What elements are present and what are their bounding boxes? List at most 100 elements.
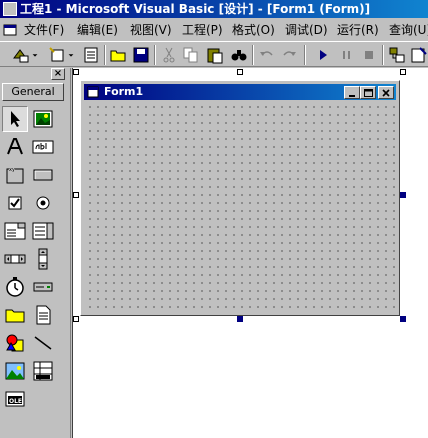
window-title: 工程1 - Microsoft Visual Basic [设计] - [For… [20, 2, 371, 16]
drive-icon [33, 282, 53, 292]
form1-design-grid[interactable] [84, 101, 396, 312]
tool-line[interactable] [30, 330, 56, 356]
play-icon [320, 50, 327, 60]
folder-icon [5, 309, 25, 323]
menu-format[interactable]: 格式(O) [232, 20, 275, 40]
copy-button [180, 44, 202, 66]
resize-handle [73, 192, 79, 198]
toolbar-separator [252, 45, 254, 65]
timer-icon [6, 277, 24, 297]
document-menu-icon[interactable] [3, 23, 17, 37]
paste-button[interactable] [204, 44, 226, 66]
tool-textbox[interactable] [30, 134, 56, 160]
frame-icon: xy [6, 166, 24, 184]
resize-handle[interactable] [400, 192, 406, 198]
combobox-icon [4, 222, 26, 240]
toolbar-separator [104, 45, 106, 65]
toolbar-separator [304, 45, 306, 65]
project-explorer-button[interactable] [386, 44, 408, 66]
data-icon [33, 361, 53, 381]
menu-run[interactable]: 运行(R) [337, 20, 379, 40]
cut-button [158, 44, 180, 66]
add-project-button[interactable] [10, 44, 32, 66]
menu-file[interactable]: 文件(F) [24, 20, 64, 40]
properties-window-button[interactable] [408, 44, 428, 66]
save-project-button[interactable] [130, 44, 152, 66]
resize-handle[interactable] [237, 316, 243, 322]
form1-title: Form1 [104, 85, 144, 98]
tool-image[interactable] [2, 358, 28, 384]
tool-listbox[interactable] [30, 218, 56, 244]
title-bar: 工程1 - Microsoft Visual Basic [设计] - [For… [0, 0, 428, 18]
tool-data[interactable] [30, 358, 56, 384]
listbox-icon [32, 222, 54, 240]
end-button [358, 44, 380, 66]
hscrollbar-icon [4, 254, 26, 264]
tool-vscrollbar[interactable] [30, 246, 56, 272]
open-project-button[interactable] [108, 44, 130, 66]
tool-checkbox[interactable] [2, 190, 28, 216]
menu-editor-button[interactable] [80, 44, 102, 66]
resize-handle[interactable] [400, 316, 406, 322]
vscrollbar-icon [38, 248, 48, 270]
menu-view[interactable]: 视图(V) [130, 20, 172, 40]
pointer-icon [11, 111, 20, 127]
binoculars-icon [231, 50, 247, 61]
add-form-button[interactable] [46, 44, 68, 66]
tool-combobox[interactable] [2, 218, 28, 244]
menu-edit[interactable]: 编辑(E) [77, 20, 118, 40]
toolbar-separator [154, 45, 156, 65]
standard-toolbar [0, 41, 428, 67]
resize-handle [237, 69, 243, 75]
undo-icon [260, 51, 273, 56]
tool-shape[interactable] [2, 330, 28, 356]
tool-optionbutton[interactable] [30, 190, 56, 216]
tool-hscrollbar[interactable] [2, 246, 28, 272]
find-button[interactable] [228, 44, 250, 66]
menu-editor-icon [84, 47, 98, 63]
close-button[interactable] [378, 86, 394, 99]
tool-drivelistbox[interactable] [30, 274, 56, 300]
tool-label[interactable] [2, 134, 28, 160]
shape-icon [6, 334, 24, 352]
add-project-icon [13, 49, 29, 63]
tool-dirlistbox[interactable] [2, 302, 28, 328]
tool-picturebox[interactable] [30, 106, 56, 132]
copy-icon [183, 47, 198, 63]
toolbox-close-button[interactable]: × [51, 68, 65, 80]
resize-handle [400, 69, 406, 75]
minimize-button[interactable] [344, 86, 360, 99]
menu-debug[interactable]: 调试(D) [285, 20, 328, 40]
tool-filelistbox[interactable] [30, 302, 56, 328]
textbox-icon [32, 140, 54, 154]
vb-ide-window: 工程1 - Microsoft Visual Basic [设计] - [For… [0, 0, 428, 438]
minimize-icon [349, 94, 355, 97]
add-project-dropdown[interactable] [30, 44, 40, 66]
svg-text:xy: xy [9, 167, 15, 173]
svg-text:OLE: OLE [9, 398, 22, 405]
ole-icon: OLE [5, 391, 25, 407]
form1-window[interactable]: Form1 [80, 80, 400, 316]
menu-query[interactable]: 查询(U) [389, 20, 428, 40]
folder-open-icon [110, 50, 126, 62]
toolbox-tab-general[interactable]: General [2, 83, 64, 101]
tool-timer[interactable] [2, 274, 28, 300]
tool-pointer[interactable] [2, 106, 28, 132]
menu-project[interactable]: 工程(P) [182, 20, 223, 40]
redo-icon [283, 51, 296, 56]
tool-frame[interactable]: xy [2, 162, 28, 188]
tool-ole[interactable]: OLE [2, 386, 28, 412]
toolbox-panel: × General xy OLE [0, 68, 70, 438]
paste-icon [207, 48, 223, 64]
scissors-icon [163, 47, 175, 63]
close-icon [382, 88, 390, 97]
pause-icon [343, 51, 350, 59]
form-icon [87, 86, 99, 98]
stop-icon [365, 51, 373, 59]
vb-app-icon [3, 2, 17, 16]
tool-commandbutton[interactable] [30, 162, 56, 188]
add-form-dropdown[interactable] [66, 44, 76, 66]
maximize-button[interactable] [360, 86, 376, 99]
maximize-icon [363, 88, 373, 97]
start-button[interactable] [312, 44, 334, 66]
